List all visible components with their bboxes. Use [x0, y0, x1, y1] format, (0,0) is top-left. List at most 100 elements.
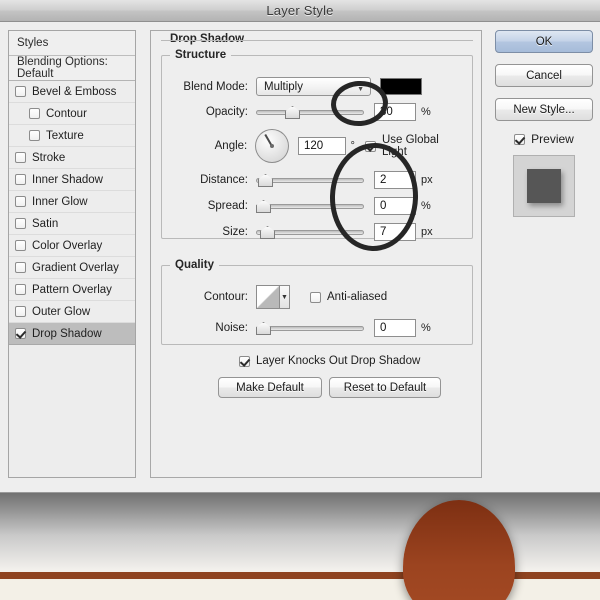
- ok-button[interactable]: OK: [495, 30, 593, 53]
- styles-list-header[interactable]: Styles: [9, 31, 135, 56]
- styles-header-label: Styles: [17, 37, 49, 49]
- dialog-actions: OK Cancel New Style... Preview: [495, 30, 593, 217]
- layer-style-dialog: Layer Style Styles Blending Options: Def…: [0, 0, 600, 493]
- slider-thumb[interactable]: [256, 200, 271, 213]
- style-label: Satin: [32, 217, 59, 230]
- angle-input[interactable]: 120: [297, 137, 346, 155]
- opacity-label: Opacity:: [205, 106, 248, 118]
- new-style-button[interactable]: New Style...: [495, 98, 593, 121]
- dialog-body: Styles Blending Options: Default Bevel &…: [0, 22, 600, 493]
- checkbox-icon[interactable]: [15, 218, 26, 229]
- noise-input[interactable]: 0: [374, 319, 416, 337]
- style-label: Contour: [46, 107, 87, 120]
- slider-thumb[interactable]: [258, 174, 273, 187]
- reset-to-default-label: Reset to Default: [343, 381, 427, 394]
- style-label: Gradient Overlay: [32, 261, 119, 274]
- style-row-drop-shadow[interactable]: Drop Shadow: [9, 323, 135, 345]
- checkbox-icon[interactable]: [15, 86, 26, 97]
- reset-to-default-button[interactable]: Reset to Default: [329, 377, 441, 398]
- blending-options-label: Blending Options: Default: [17, 56, 108, 80]
- styles-list-panel[interactable]: Styles Blending Options: Default Bevel &…: [8, 30, 136, 478]
- style-row-inner-glow[interactable]: Inner Glow: [9, 191, 135, 213]
- distance-input[interactable]: 2: [374, 171, 416, 189]
- contour-swatch[interactable]: ▼: [256, 285, 290, 309]
- use-global-light-row[interactable]: Use Global Light: [364, 134, 466, 158]
- quality-legend: Quality: [175, 259, 214, 271]
- use-global-light-label: Use Global Light: [381, 134, 439, 158]
- make-default-label: Make Default: [236, 381, 304, 394]
- style-row-pattern-overlay[interactable]: Pattern Overlay: [9, 279, 135, 301]
- distance-slider[interactable]: [256, 173, 364, 187]
- anti-aliased-row[interactable]: Anti-aliased: [310, 291, 387, 303]
- checkbox-icon[interactable]: [29, 108, 40, 119]
- style-row-satin[interactable]: Satin: [9, 213, 135, 235]
- distance-unit: px: [421, 174, 433, 186]
- style-label: Texture: [46, 129, 84, 142]
- angle-dial[interactable]: [255, 129, 289, 163]
- checkbox-icon[interactable]: [15, 284, 26, 295]
- slider-track: [256, 326, 364, 331]
- slider-thumb[interactable]: [285, 106, 300, 119]
- size-slider[interactable]: [256, 225, 364, 239]
- checkbox-icon[interactable]: [15, 328, 26, 339]
- checkbox-icon[interactable]: [15, 174, 26, 185]
- checkbox-icon[interactable]: [15, 240, 26, 251]
- size-input[interactable]: 7: [374, 223, 416, 241]
- contour-curve-icon: [257, 286, 279, 308]
- style-row-bevel-emboss[interactable]: Bevel & Emboss: [9, 81, 135, 103]
- style-row-inner-shadow[interactable]: Inner Shadow: [9, 169, 135, 191]
- spread-input[interactable]: 0: [374, 197, 416, 215]
- slider-thumb[interactable]: [260, 226, 275, 239]
- cancel-button[interactable]: Cancel: [495, 64, 593, 87]
- blending-options-row[interactable]: Blending Options: Default: [9, 56, 135, 81]
- checkbox-icon[interactable]: [15, 262, 26, 273]
- style-row-contour[interactable]: Contour: [9, 103, 135, 125]
- anti-aliased-label: Anti-aliased: [327, 291, 388, 303]
- checkbox-icon[interactable]: [239, 355, 250, 367]
- style-row-gradient-overlay[interactable]: Gradient Overlay: [9, 257, 135, 279]
- style-row-color-overlay[interactable]: Color Overlay: [9, 235, 135, 257]
- checkbox-icon[interactable]: [15, 196, 26, 207]
- quality-group: Quality Contour: ▼ Anti-aliased Noise: 0…: [161, 259, 473, 345]
- dialog-titlebar[interactable]: Layer Style: [0, 0, 600, 22]
- canvas-area: [0, 492, 600, 600]
- style-row-outer-glow[interactable]: Outer Glow: [9, 301, 135, 323]
- slider-track: [256, 204, 364, 209]
- style-row-stroke[interactable]: Stroke: [9, 147, 135, 169]
- style-label: Drop Shadow: [32, 327, 102, 340]
- size-label: Size:: [222, 226, 248, 238]
- layer-knocks-out-row[interactable]: Layer Knocks Out Drop Shadow: [239, 355, 420, 367]
- select-arrows-icon: ▲ ▼: [357, 80, 364, 93]
- angle-value: 120: [303, 140, 324, 152]
- contour-dropdown-arrow-icon[interactable]: ▼: [279, 286, 289, 308]
- spread-slider[interactable]: [256, 199, 364, 213]
- checkbox-icon[interactable]: [29, 130, 40, 141]
- blend-mode-select[interactable]: Multiply ▲ ▼: [256, 77, 371, 96]
- checkbox-icon[interactable]: [514, 133, 526, 145]
- style-row-texture[interactable]: Texture: [9, 125, 135, 147]
- brown-blob-shape: [403, 500, 515, 600]
- size-unit: px: [421, 226, 433, 238]
- opacity-unit: %: [421, 106, 431, 118]
- opacity-input[interactable]: 30: [374, 103, 416, 121]
- opacity-slider[interactable]: [256, 105, 364, 119]
- make-default-button[interactable]: Make Default: [218, 377, 322, 398]
- checkbox-icon[interactable]: [364, 140, 376, 152]
- shadow-color-swatch[interactable]: [380, 78, 422, 95]
- dialog-title: Layer Style: [266, 3, 334, 18]
- style-label: Stroke: [32, 151, 66, 164]
- noise-label: Noise:: [215, 322, 248, 334]
- blend-mode-label: Blend Mode:: [183, 80, 248, 93]
- checkbox-icon[interactable]: [15, 152, 26, 163]
- checkbox-icon[interactable]: [15, 306, 26, 317]
- spread-unit: %: [421, 200, 431, 212]
- noise-slider[interactable]: [256, 321, 364, 335]
- blend-mode-value: Multiply: [264, 80, 303, 93]
- spread-label: Spread:: [207, 200, 248, 212]
- angle-unit: °: [350, 140, 355, 152]
- preview-row[interactable]: Preview: [495, 132, 593, 146]
- layer-knocks-out-label: Layer Knocks Out Drop Shadow: [256, 355, 421, 367]
- new-style-label: New Style...: [513, 103, 575, 116]
- slider-thumb[interactable]: [256, 322, 271, 335]
- checkbox-icon[interactable]: [310, 291, 321, 303]
